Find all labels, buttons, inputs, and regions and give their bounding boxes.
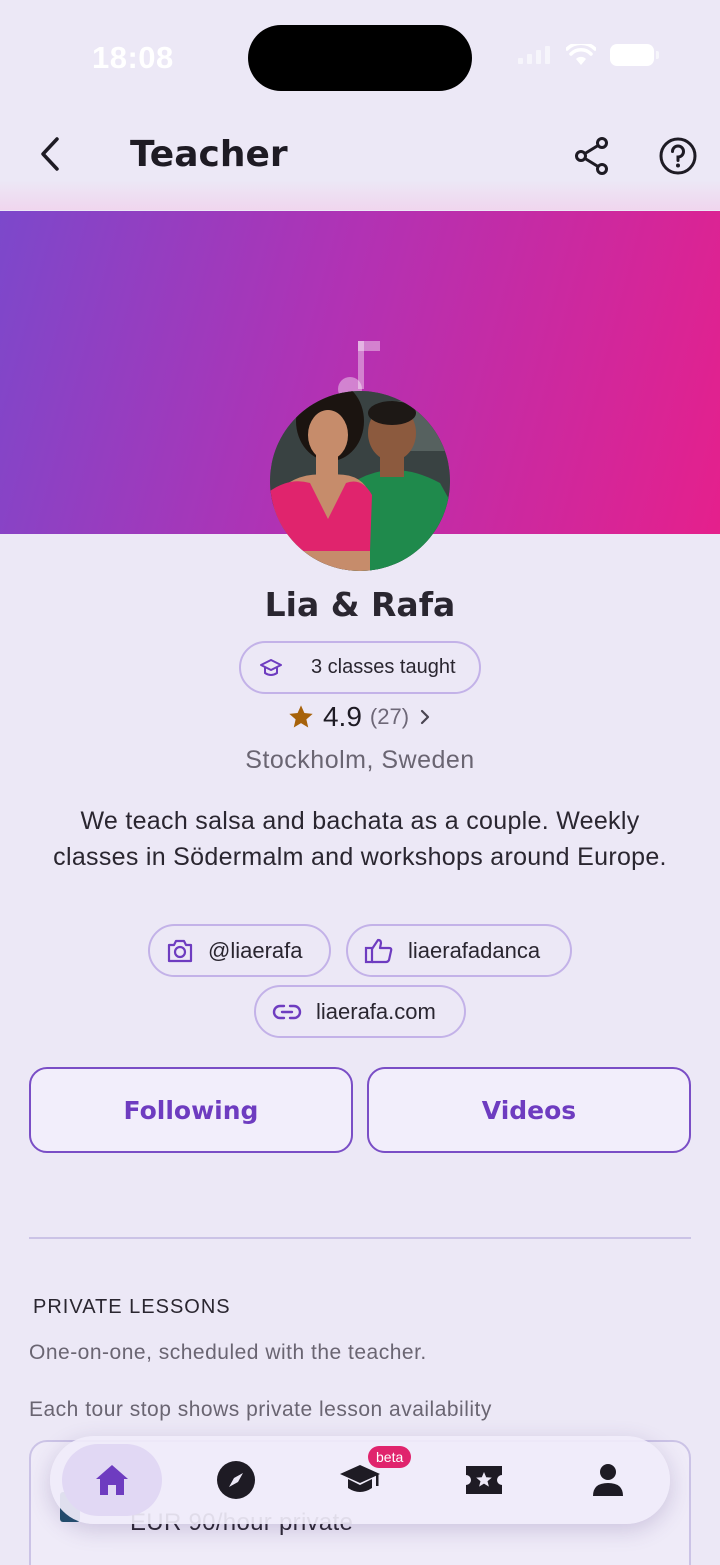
thumbs-up-icon <box>364 938 393 963</box>
chevron-right-icon <box>420 709 430 725</box>
rating-row[interactable]: 4.9 (27) <box>0 701 720 733</box>
graduation-cap-icon <box>260 658 282 676</box>
star-icon <box>289 705 313 728</box>
rating-value: 4.9 <box>322 701 362 732</box>
link-icon <box>272 1004 302 1019</box>
header: Teacher <box>0 110 720 210</box>
teacher-bio: We teach salsa and bachata as a couple. … <box>53 807 667 871</box>
help-button[interactable] <box>656 134 700 178</box>
status-icons <box>518 44 659 66</box>
tab-profile[interactable] <box>558 1444 658 1516</box>
share-button[interactable] <box>570 134 614 178</box>
avatar-photo <box>270 391 450 571</box>
beta-badge: beta <box>368 1446 412 1468</box>
teacher-location: Stockholm, Sweden <box>245 746 475 774</box>
dynamic-island <box>248 25 472 91</box>
instagram-link[interactable]: @liaerafa <box>148 924 331 977</box>
chevron-left-icon <box>41 137 59 171</box>
tab-explore[interactable] <box>186 1444 286 1516</box>
camera-icon <box>167 939 193 962</box>
classes-taught-text: 3 classes taught <box>311 656 456 678</box>
private-lessons-heading: PRIVATE LESSONS <box>33 1296 231 1318</box>
music-note-icon <box>338 341 380 399</box>
avatar <box>270 391 450 571</box>
status-bar: 18:08 <box>0 0 720 110</box>
private-lessons-subtitle: One-on-one, scheduled with the teacher. <box>29 1341 427 1364</box>
instagram-handle: @liaerafa <box>208 937 303 963</box>
tab-home[interactable] <box>62 1444 162 1516</box>
status-time: 18:08 <box>92 40 174 75</box>
videos-button[interactable]: Videos <box>367 1067 691 1153</box>
ticket-star-icon <box>466 1466 502 1494</box>
home-icon <box>96 1465 128 1495</box>
share-icon <box>575 137 608 175</box>
following-button[interactable]: Following <box>29 1067 353 1153</box>
page-title: Teacher <box>130 134 288 175</box>
facebook-handle: liaerafadanca <box>408 937 541 963</box>
facebook-link[interactable]: liaerafadanca <box>346 924 572 977</box>
tab-events[interactable] <box>434 1444 534 1516</box>
compass-icon <box>217 1461 255 1499</box>
classes-taught-badge[interactable]: 3 classes taught <box>239 641 481 694</box>
teacher-name: Lia & Rafa <box>264 585 456 624</box>
tab-bar: beta <box>50 1436 670 1524</box>
signal-icon <box>518 46 550 64</box>
private-lessons-note: Each tour stop shows private lesson avai… <box>29 1398 492 1421</box>
rating-count: (27) <box>369 704 410 729</box>
section-divider <box>29 1237 691 1239</box>
back-button[interactable] <box>28 132 72 176</box>
person-icon <box>593 1464 623 1496</box>
battery-icon <box>610 44 659 66</box>
website-link[interactable]: liaerafa.com <box>254 985 466 1038</box>
wifi-icon <box>566 44 596 65</box>
website-url: liaerafa.com <box>316 998 436 1024</box>
help-icon <box>659 137 697 175</box>
